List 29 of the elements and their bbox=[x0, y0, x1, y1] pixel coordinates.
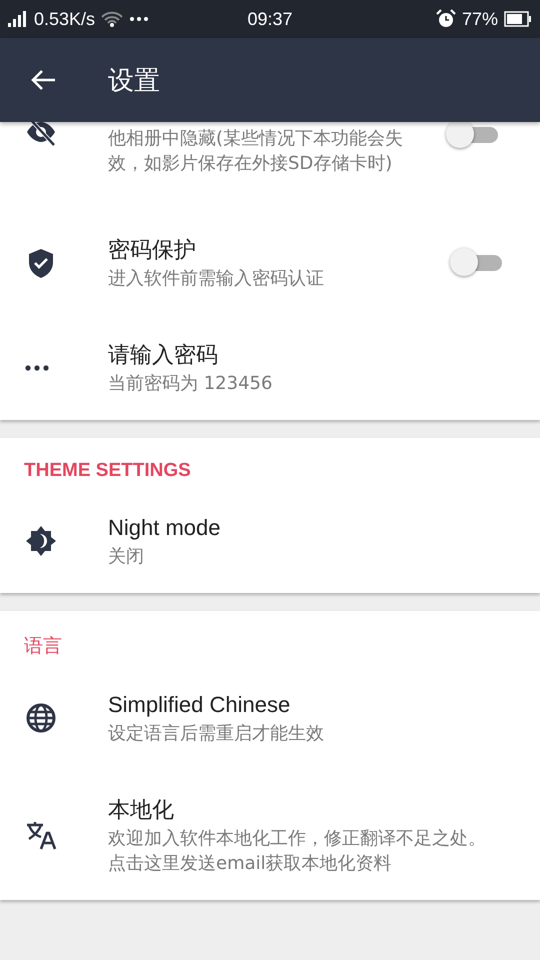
toggle-switch[interactable] bbox=[450, 248, 502, 278]
setting-title[interactable]: Simplified Chinese bbox=[108, 689, 540, 721]
setting-title[interactable]: 请输入密码 bbox=[108, 339, 540, 371]
setting-title[interactable]: 本地化 bbox=[108, 794, 540, 826]
setting-description: 设定语言后需重启才能生效 bbox=[108, 722, 325, 746]
more-icon bbox=[129, 16, 150, 22]
network-speed: 0.53K/s bbox=[34, 8, 96, 30]
more-icon bbox=[25, 364, 49, 370]
setting-description: 进入软件前需输入密码认证 bbox=[108, 267, 325, 291]
back-arrow-icon[interactable] bbox=[30, 69, 56, 91]
battery-percent: 77% bbox=[462, 8, 498, 30]
wifi-icon bbox=[101, 11, 124, 27]
setting-description: 他相册中隐藏(某些情况下本功能会失效，如影片保存在外接SD存储卡时) bbox=[108, 127, 404, 176]
setting-description: 当前密码为 123456 bbox=[108, 372, 274, 396]
page-title: 设置 bbox=[108, 64, 160, 98]
clock-time: 09:37 bbox=[247, 8, 293, 30]
setting-description: 关闭 bbox=[108, 545, 145, 569]
battery-icon bbox=[504, 11, 532, 27]
setting-description: 欢迎加入软件本地化工作，修正翻译不足之处。点击这里发送email获取本地化资料 bbox=[108, 827, 487, 876]
globe-icon bbox=[25, 702, 57, 734]
setting-title[interactable]: 密码保护 bbox=[108, 234, 450, 266]
section-header: 语言 bbox=[23, 635, 63, 659]
signal-icon bbox=[8, 11, 28, 27]
setting-title[interactable]: Night mode bbox=[108, 512, 540, 544]
translate-icon bbox=[25, 819, 57, 851]
toggle-switch[interactable] bbox=[446, 122, 498, 150]
night-mode-icon bbox=[25, 524, 57, 556]
section-header: THEME SETTINGS bbox=[23, 459, 192, 483]
alarm-icon bbox=[436, 9, 456, 29]
